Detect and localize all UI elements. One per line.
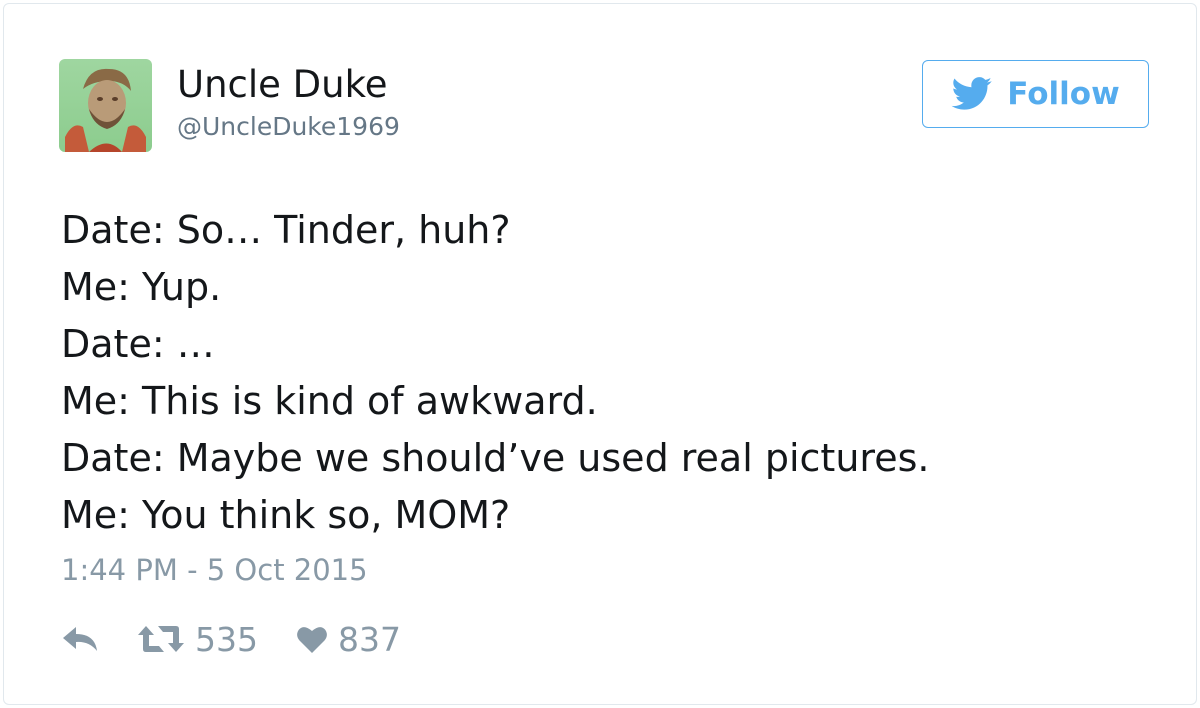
reply-icon bbox=[61, 624, 99, 654]
reply-button[interactable] bbox=[61, 624, 99, 654]
tweet-card: Uncle Duke @UncleDuke1969 Follow Date: S… bbox=[3, 3, 1197, 705]
retweet-icon bbox=[137, 624, 185, 654]
tweet-timestamp[interactable]: 1:44 PM - 5 Oct 2015 bbox=[61, 550, 368, 590]
avatar[interactable] bbox=[59, 59, 152, 152]
user-handle[interactable]: @UncleDuke1969 bbox=[177, 110, 400, 144]
tweet-line: Date: Maybe we should’ve used real pictu… bbox=[61, 436, 930, 480]
tweet-line: Me: This is kind of awkward. bbox=[61, 379, 598, 423]
tweet-line: Me: Yup. bbox=[61, 265, 222, 309]
profile-photo bbox=[59, 59, 152, 152]
tweet-line: Date: So… Tinder, huh? bbox=[61, 208, 511, 252]
twitter-bird-icon bbox=[951, 77, 993, 111]
tweet-line: Me: You think so, MOM? bbox=[61, 493, 511, 537]
tweet-text: Date: So… Tinder, huh? Me: Yup. Date: … … bbox=[61, 202, 929, 544]
heart-icon bbox=[296, 624, 328, 654]
retweet-count: 535 bbox=[195, 619, 258, 659]
display-name[interactable]: Uncle Duke bbox=[177, 62, 388, 108]
like-button[interactable]: 837 bbox=[296, 623, 401, 656]
follow-button-label: Follow bbox=[1007, 75, 1120, 112]
tweet-line: Date: … bbox=[61, 322, 215, 366]
follow-button[interactable]: Follow bbox=[922, 60, 1149, 128]
tweet-actions: 535 837 bbox=[61, 616, 401, 662]
retweet-button[interactable]: 535 bbox=[137, 623, 258, 656]
like-count: 837 bbox=[338, 619, 401, 659]
